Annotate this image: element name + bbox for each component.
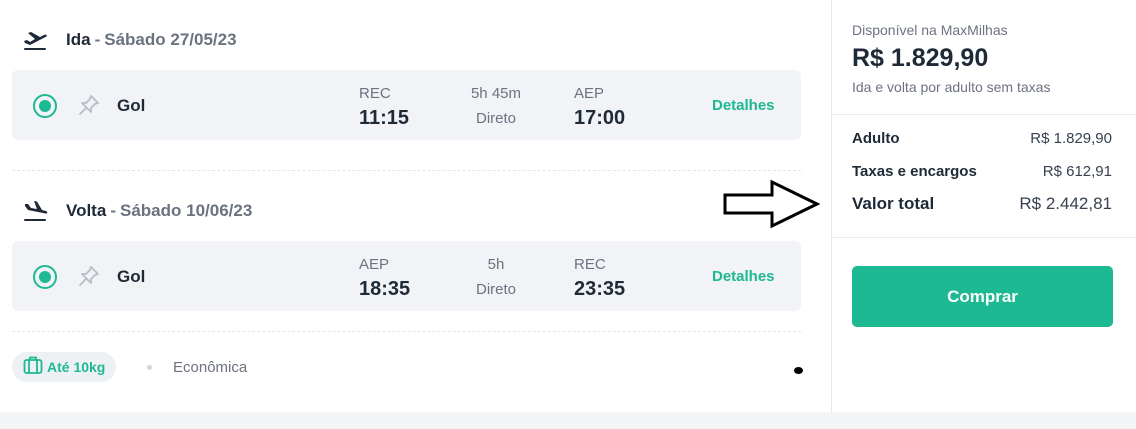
pin-icon[interactable] xyxy=(78,94,100,116)
return-direction: Volta xyxy=(66,201,107,220)
divider xyxy=(832,237,1136,238)
divider xyxy=(12,331,801,332)
pin-icon[interactable] xyxy=(78,265,100,287)
suitcase-icon xyxy=(23,355,43,380)
divider xyxy=(12,170,801,171)
breakdown-fees-value: R$ 612,91 xyxy=(1042,163,1112,180)
return-date: Sábado 10/06/23 xyxy=(119,201,253,220)
outbound-arrival-time: 17:00 xyxy=(574,107,626,129)
airplane-landing-icon xyxy=(22,200,50,222)
return-separator: - xyxy=(110,201,116,220)
outbound-flight-row[interactable]: Gol REC 11:15 5h 45m Direto AEP 17:00 De… xyxy=(12,70,801,140)
buy-button[interactable]: Comprar xyxy=(852,266,1113,327)
return-header: Volta - Sábado 10/06/23 xyxy=(22,199,252,223)
return-details-link[interactable]: Detalhes xyxy=(712,268,775,285)
arrow-right-icon xyxy=(723,179,820,229)
divider xyxy=(832,114,1136,115)
return-duration: 5h xyxy=(487,256,505,273)
outbound-stops: Direto xyxy=(475,110,516,127)
outbound-header: Ida - Sábado 27/05/23 xyxy=(22,28,237,52)
outbound-direction: Ida xyxy=(66,30,91,49)
return-stops: Direto xyxy=(475,281,516,298)
separator-dot xyxy=(147,365,152,370)
baggage-label: Até 10kg xyxy=(47,359,106,375)
outbound-destination: AEP xyxy=(574,85,605,102)
breakdown-fees-label: Taxas e encargos xyxy=(852,163,977,180)
outbound-departure-time: 11:15 xyxy=(359,107,410,129)
outbound-radio-selected[interactable] xyxy=(33,94,57,118)
outbound-duration: 5h 45m xyxy=(470,85,522,102)
return-origin: AEP xyxy=(359,256,390,273)
outbound-date: Sábado 27/05/23 xyxy=(104,30,237,49)
outbound-details-link[interactable]: Detalhes xyxy=(712,97,775,114)
results-card: Ida - Sábado 27/05/23 Gol REC 11:15 5h 4… xyxy=(0,0,1136,412)
total-label: Valor total xyxy=(852,194,935,213)
price-summary-panel: Disponível na MaxMilhas R$ 1.829,90 Ida … xyxy=(831,0,1136,412)
return-destination: REC xyxy=(574,256,606,273)
itinerary-panel: Ida - Sábado 27/05/23 Gol REC 11:15 5h 4… xyxy=(0,0,831,412)
total-value: R$ 2.442,81 xyxy=(1019,194,1112,213)
return-airline: Gol xyxy=(117,267,146,286)
baggage-badge: Até 10kg xyxy=(12,352,117,382)
price-per-adult: R$ 1.829,90 xyxy=(852,44,989,72)
cabin-class: Econômica xyxy=(173,359,248,376)
return-arrival-time: 23:35 xyxy=(574,278,626,300)
return-radio-selected[interactable] xyxy=(33,265,57,289)
outbound-airline: Gol xyxy=(117,96,146,115)
outbound-separator: - xyxy=(94,30,101,49)
price-note: Ida e volta por adulto sem taxas xyxy=(852,79,1051,95)
airplane-takeoff-icon xyxy=(22,29,50,51)
availability-label: Disponível na MaxMilhas xyxy=(852,22,1008,38)
return-flight-row[interactable]: Gol AEP 18:35 5h Direto REC 23:35 Detalh… xyxy=(12,241,801,311)
ink-mark xyxy=(794,367,803,374)
breakdown-adult-value: R$ 1.829,90 xyxy=(1030,130,1112,147)
return-departure-time: 18:35 xyxy=(359,278,411,300)
breakdown-adult-label: Adulto xyxy=(852,130,900,147)
outbound-origin: REC xyxy=(359,85,391,102)
